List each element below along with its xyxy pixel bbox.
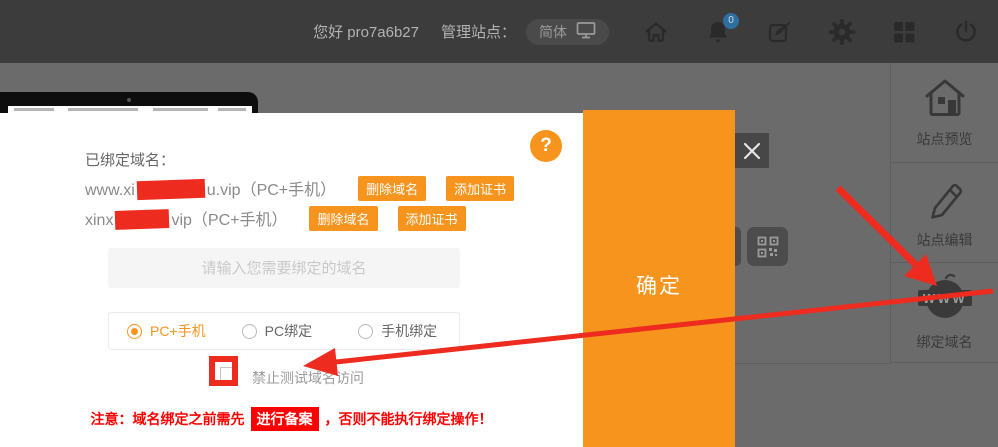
user-greeting: 您好 pro7a6b27 [313, 21, 419, 42]
close-icon[interactable] [734, 133, 769, 168]
qr-code-button[interactable] [747, 227, 788, 266]
add-certificate-button[interactable]: 添加证书 [398, 206, 466, 231]
site-preview-home-icon [921, 76, 969, 123]
apps-grid-icon[interactable] [889, 17, 919, 47]
tablet-preview [0, 92, 258, 114]
confirm-label: 确定 [583, 270, 735, 300]
sidebar-item-label: 站点编辑 [917, 230, 973, 250]
delete-domain-button[interactable]: 删除域名 [309, 206, 377, 231]
radio-icon [242, 324, 257, 339]
hidden-button-sliver [735, 227, 741, 266]
language-switch-button[interactable]: 简体 [526, 19, 609, 45]
sidebar-item-label: 绑定域名 [917, 332, 973, 352]
bound-domain-row: xinxvip（PC+手机） 删除域名 添加证书 [85, 206, 466, 230]
notifications-bell-icon[interactable]: 0 [703, 17, 733, 47]
topbar: 您好 pro7a6b27 管理站点： 简体 0 [0, 0, 998, 63]
radio-icon [358, 324, 373, 339]
bound-domains-label: 已绑定域名： [85, 149, 175, 170]
tablet-camera-dot [127, 98, 131, 102]
record-filing-notice: 注意：域名绑定之前需先进行备案 ，否则不能执行绑定操作！ [0, 407, 583, 431]
radio-label: PC绑定 [265, 321, 312, 341]
manage-site-label: 管理站点： [441, 21, 516, 42]
add-certificate-button[interactable]: 添加证书 [446, 176, 514, 201]
domain-input[interactable] [108, 248, 460, 288]
help-icon[interactable]: ? [530, 130, 562, 162]
record-filing-link[interactable]: 进行备案 [251, 407, 319, 431]
domain-text: www.xiu.vip（PC+手机） [85, 176, 336, 200]
bind-mode-radio-mobile[interactable]: 手机绑定 [358, 321, 437, 341]
bind-mode-radio-group: PC+手机 PC绑定 手机绑定 [108, 312, 460, 350]
redaction-mark [136, 179, 205, 200]
sidebar: 站点预览 站点编辑 WWW 绑定域名 [890, 63, 998, 363]
radio-icon [127, 324, 142, 339]
notification-badge: 0 [723, 13, 739, 29]
bind-mode-radio-pc[interactable]: PC绑定 [242, 321, 312, 341]
bind-mode-radio-pc-mobile[interactable]: PC+手机 [127, 321, 206, 341]
language-label: 简体 [539, 22, 567, 42]
sidebar-item-label: 站点预览 [917, 129, 973, 149]
radio-label: PC+手机 [150, 321, 206, 341]
sidebar-item-bind-domain[interactable]: WWW 绑定域名 [891, 263, 998, 363]
page: 您好 pro7a6b27 管理站点： 简体 0 [0, 0, 998, 447]
site-edit-pencil-icon [924, 175, 966, 224]
sidebar-bottom-divider [735, 363, 890, 364]
delete-domain-button[interactable]: 删除域名 [358, 176, 426, 201]
confirm-button[interactable]: 确定 [583, 110, 735, 447]
monitor-icon [576, 21, 596, 42]
radio-label: 手机绑定 [381, 321, 437, 341]
power-logout-icon[interactable] [951, 17, 981, 47]
bind-domain-modal: 已绑定域名： www.xiu.vip（PC+手机） 删除域名 添加证书 xinx… [0, 113, 583, 447]
redaction-mark [115, 209, 170, 230]
forbid-test-domain-label: 禁止测试域名访问 [252, 368, 364, 388]
svg-text:WWW: WWW [922, 291, 966, 306]
notice-prefix: 注意：域名绑定之前需先 [91, 411, 245, 427]
bound-domain-row: www.xiu.vip（PC+手机） 删除域名 添加证书 [85, 176, 514, 200]
home-icon[interactable] [641, 17, 671, 47]
settings-gear-icon[interactable] [827, 17, 857, 47]
notice-suffix: ，否则不能执行绑定操作！ [325, 411, 493, 427]
edit-compose-icon[interactable] [765, 17, 795, 47]
www-globe-icon: WWW [916, 273, 974, 326]
sidebar-item-site-preview[interactable]: 站点预览 [891, 63, 998, 163]
sidebar-item-site-edit[interactable]: 站点编辑 [891, 163, 998, 263]
forbid-test-domain-checkbox[interactable] [220, 367, 237, 384]
domain-text: xinxvip（PC+手机） [85, 206, 287, 230]
